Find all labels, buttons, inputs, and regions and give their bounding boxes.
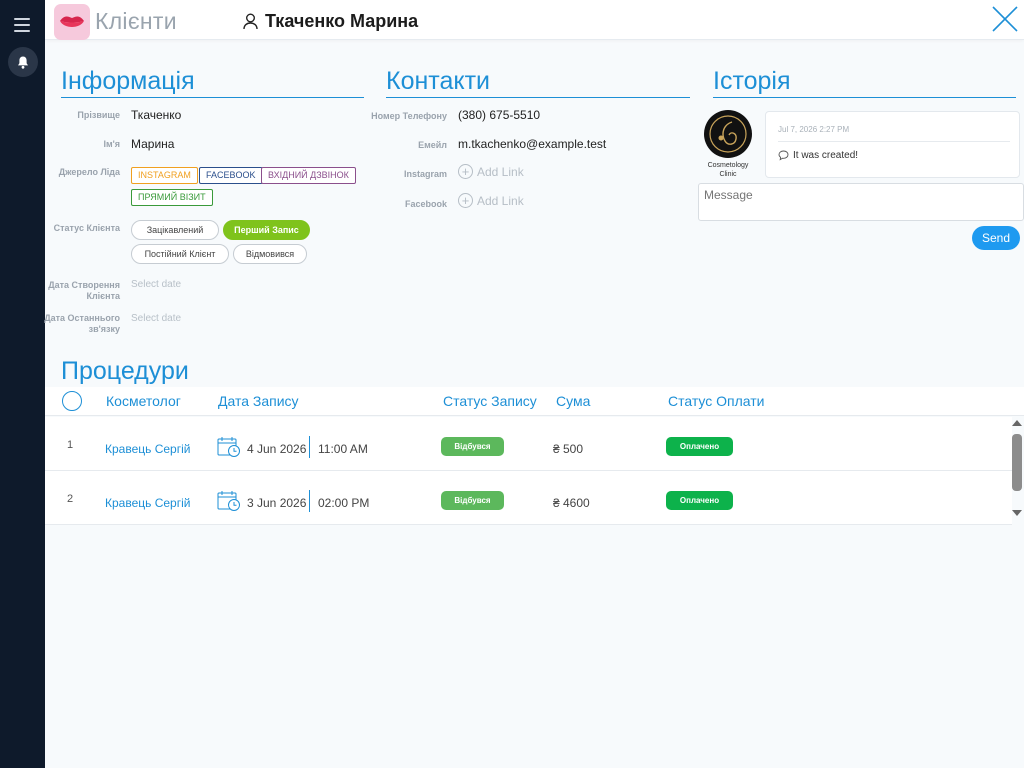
hamburger-menu-icon[interactable] (14, 18, 30, 36)
plus-circle-icon: + (458, 193, 473, 208)
facebook-add-link-text: Add Link (477, 193, 524, 208)
divider (309, 436, 310, 458)
notifications-button[interactable] (8, 47, 38, 77)
info-section-title: Інформація (61, 67, 364, 98)
divider (778, 141, 1010, 142)
lead-source-incoming-call[interactable]: ВХІДНИЙ ДЗВІНОК (261, 167, 356, 184)
column-payment-status[interactable]: Статус Оплати (668, 393, 765, 409)
payment-status-badge[interactable]: Оплачено (666, 491, 733, 510)
history-entry-text: It was created! (793, 150, 859, 161)
appointment-time: 02:00 PM (318, 496, 370, 510)
first-name-label: Ім'я (103, 139, 120, 149)
clinic-name: Cosmetology Clinic (707, 162, 749, 178)
comment-icon (778, 150, 789, 161)
lead-source-label: Джерело Ліда (58, 167, 120, 177)
row-number: 2 (67, 493, 74, 505)
cosmetologist-link[interactable]: Кравець Сергій (105, 442, 190, 456)
sum-value: ₴ 4600 (553, 496, 590, 510)
message-input[interactable] (698, 183, 1024, 221)
email-label: Емейл (418, 140, 447, 150)
appointment-date: 4 Jun 2026 (247, 442, 307, 456)
instagram-add-link-text: Add Link (477, 164, 524, 179)
close-icon[interactable] (990, 4, 1020, 34)
calendar-clock-icon (217, 437, 240, 457)
table-row[interactable]: 1 Кравець Сергій 4 Jun 2026 11:00 AM Від… (45, 417, 1012, 471)
scroll-up-arrow-icon[interactable] (1012, 420, 1022, 426)
appointment-date: 3 Jun 2026 (247, 496, 307, 510)
client-status-label: Статус Клієнта (53, 223, 120, 233)
status-first-record[interactable]: Перший Запис (223, 220, 310, 240)
column-cosmetologist[interactable]: Косметолог (106, 393, 181, 409)
cosmetologist-link[interactable]: Кравець Сергій (105, 496, 190, 510)
surname-value[interactable]: Ткаченко (131, 108, 181, 122)
user-icon (243, 13, 258, 30)
divider (309, 490, 310, 512)
status-refused[interactable]: Відмовився (233, 244, 307, 264)
created-date-picker[interactable]: Select date (131, 279, 181, 290)
lead-source-facebook[interactable]: FACEBOOK (199, 167, 263, 184)
history-entry: Jul 7, 2026 2:27 PM It was created! (765, 111, 1020, 178)
instagram-label: Instagram (403, 169, 447, 179)
plus-circle-icon: + (458, 164, 473, 179)
client-name-text: Ткаченко Марина (265, 11, 419, 31)
instagram-add-link[interactable]: + Add Link (458, 164, 524, 179)
lead-source-instagram[interactable]: INSTAGRAM (131, 167, 198, 184)
record-status-badge[interactable]: Відбувся (441, 491, 504, 510)
procedures-table-header: Косметолог Дата Запису Статус Запису Сум… (45, 387, 1024, 416)
procedures-section-title: Процедури (61, 357, 1017, 388)
page-title: Клієнти (95, 8, 177, 34)
history-entry-message: It was created! (778, 150, 858, 161)
record-status-badge[interactable]: Відбувся (441, 437, 504, 456)
lips-icon (60, 16, 84, 27)
facebook-add-link[interactable]: + Add Link (458, 193, 524, 208)
app-logo (54, 4, 90, 40)
last-contact-date-label: Дата Останнього зв'язку (44, 313, 120, 334)
column-date[interactable]: Дата Запису (218, 393, 299, 409)
appointment-time: 11:00 AM (318, 442, 368, 456)
table-row[interactable]: 2 Кравець Сергій 3 Jun 2026 02:00 PM Від… (45, 471, 1012, 525)
scroll-down-arrow-icon[interactable] (1012, 510, 1022, 516)
phone-value[interactable]: (380) 675-5510 (458, 108, 540, 122)
surname-label: Прізвище (77, 110, 120, 120)
scrollbar-thumb[interactable] (1012, 434, 1022, 491)
phone-label: Номер Телефону (371, 111, 447, 121)
history-entry-date: Jul 7, 2026 2:27 PM (778, 125, 850, 134)
status-regular-client[interactable]: Постійний Клієнт (131, 244, 229, 264)
left-rail (0, 0, 45, 768)
contacts-section-title: Контакти (386, 67, 690, 98)
last-contact-date-picker[interactable]: Select date (131, 313, 181, 324)
row-number: 1 (67, 439, 74, 451)
history-section-title: Історія (713, 67, 1016, 98)
bell-icon (18, 56, 28, 69)
table-scrollbar[interactable] (1010, 420, 1024, 516)
column-sum[interactable]: Сума (556, 393, 590, 409)
column-record-status[interactable]: Статус Запису (443, 393, 537, 409)
select-all-checkbox[interactable] (62, 391, 82, 411)
facebook-label: Facebook (404, 199, 447, 209)
lead-source-direct-visit[interactable]: ПРЯМИЙ ВІЗИТ (131, 189, 213, 206)
created-date-label: Дата Створення Клієнта (48, 280, 120, 301)
sum-value: ₴ 500 (553, 442, 584, 456)
email-value[interactable]: m.tkachenko@example.test (458, 137, 606, 151)
client-name-heading: Ткаченко Марина (243, 11, 418, 32)
payment-status-badge[interactable]: Оплачено (666, 437, 733, 456)
clinic-avatar (704, 110, 752, 158)
clinic-logo-icon (709, 115, 747, 153)
status-interested[interactable]: Зацікавлений (131, 220, 219, 240)
calendar-clock-icon (217, 491, 240, 511)
header: Клієнти Ткаченко Марина (45, 0, 1024, 40)
first-name-value[interactable]: Марина (131, 137, 174, 151)
send-button[interactable]: Send (972, 226, 1020, 250)
